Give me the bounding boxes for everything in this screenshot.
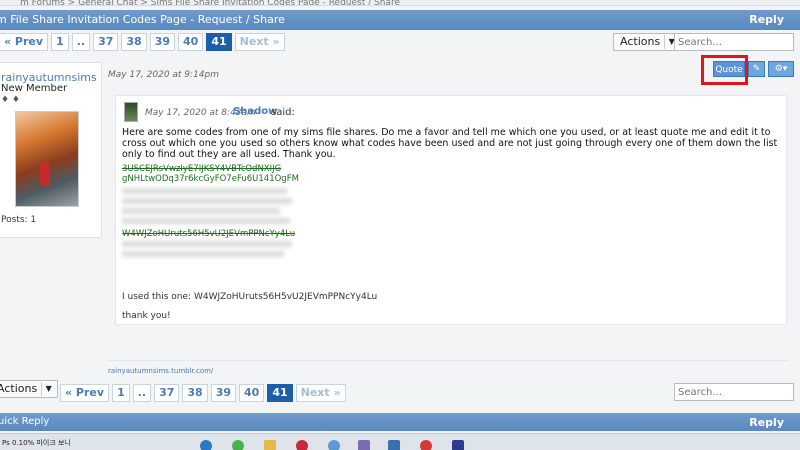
app-icon[interactable] — [296, 440, 308, 450]
search-box-bottom: 🔍 — [674, 383, 800, 401]
actions-dropdown-bottom[interactable]: Actions ▼ — [0, 380, 59, 398]
page-link-38[interactable]: 38 — [121, 33, 147, 51]
quoted-post: May 17, 2020 at 8:43am Shadow said: Here… — [115, 95, 787, 325]
chevron-down-icon: ▼ — [41, 382, 55, 396]
browser-icon[interactable] — [200, 440, 212, 450]
user-post-count: Posts: 1 — [1, 215, 37, 225]
quote-text: Here are some codes from one of my sims … — [122, 127, 778, 160]
quick-reply-bar: uick Reply Reply — [0, 413, 800, 431]
like-button[interactable]: ✎ — [748, 61, 765, 77]
reply-button-bottom[interactable]: Reply — [743, 415, 790, 431]
app-icon[interactable] — [388, 440, 400, 450]
folder-icon[interactable] — [264, 440, 276, 450]
page-link-current[interactable]: 41 — [267, 384, 293, 402]
user-card: rainyautumnsims New Member ♦ ♦ Posts: 1 — [0, 62, 102, 238]
blurred-codes — [122, 188, 294, 232]
page-link-38[interactable]: 38 — [182, 384, 208, 402]
search-input-top[interactable] — [675, 34, 800, 50]
pagination-bottom: « Prev 1 .. 37 38 39 40 41 Next » — [60, 384, 346, 402]
app-icon[interactable] — [420, 440, 432, 450]
prev-page-link[interactable]: « Prev — [60, 384, 110, 402]
pagination-top: « Prev 1 .. 37 38 39 40 41 Next » — [0, 33, 285, 51]
signature-link[interactable]: rainyautumnsims.tumblr.com/ — [108, 367, 213, 375]
page-link-37[interactable]: 37 — [154, 384, 180, 402]
quote-author-avatar[interactable] — [124, 102, 138, 122]
thread-title: m File Share Invitation Codes Page - Req… — [0, 13, 285, 26]
page-ellipsis[interactable]: .. — [132, 384, 152, 402]
chrome-icon[interactable] — [232, 440, 244, 450]
page-ellipsis[interactable]: .. — [71, 33, 91, 51]
reply-button-top[interactable]: Reply — [743, 12, 790, 28]
reply-text: I used this one: W4WJZoHUruts56H5vU2JEVm… — [122, 292, 378, 302]
blurred-codes-lower — [122, 241, 294, 265]
next-page-link[interactable]: Next » — [234, 33, 285, 51]
breadcrumb: m Forums > General Chat > Sims File Shar… — [0, 0, 800, 6]
search-box-top: 🔍 — [674, 33, 800, 51]
gear-icon: ⚙▾ — [774, 64, 788, 74]
prev-page-link[interactable]: « Prev — [0, 33, 49, 51]
code-line-1: 3USCEJRsVwzIyE7IJKSY4VBTcOdNXIJG — [122, 164, 282, 174]
code-line-2: gNHLtwODq37r6kcGyFO7eFu6U141OgFM — [122, 174, 299, 184]
taskbar-label: Ps 0.10% 마이크 보니 — [2, 439, 71, 447]
app-icon[interactable] — [328, 440, 340, 450]
next-page-link[interactable]: Next » — [295, 384, 346, 402]
quote-said: said: — [271, 107, 295, 118]
page-link-39[interactable]: 39 — [210, 384, 237, 402]
post-options-button[interactable]: ⚙▾ — [768, 61, 794, 77]
code-line-3: W4WJZoHUruts56H5vU2JEVmPPNcYy4Lu — [122, 229, 296, 239]
page-link-39[interactable]: 39 — [149, 33, 176, 51]
page-link-40[interactable]: 40 — [178, 33, 204, 51]
search-input-bottom[interactable] — [675, 384, 800, 400]
page-link-1[interactable]: 1 — [112, 384, 130, 402]
user-role: New Member — [1, 83, 68, 94]
quick-reply-title: uick Reply — [0, 416, 50, 427]
taskbar: Ps 0.10% 마이크 보니 — [0, 433, 800, 450]
user-badge-icons: ♦ ♦ — [1, 95, 20, 105]
tag-icon: ✎ — [752, 64, 761, 74]
actions-label: Actions — [0, 382, 38, 395]
avatar-figure — [40, 162, 50, 186]
highlight-annotation — [701, 55, 748, 85]
page-link-40[interactable]: 40 — [239, 384, 265, 402]
actions-label: Actions — [620, 35, 661, 48]
app-icon[interactable] — [452, 440, 464, 450]
avatar[interactable] — [15, 111, 79, 207]
page-link-1[interactable]: 1 — [51, 33, 69, 51]
thread-title-bar: m File Share Invitation Codes Page - Req… — [0, 10, 800, 30]
page-link-current[interactable]: 41 — [206, 33, 232, 51]
signature-divider — [108, 360, 788, 361]
page-link-37[interactable]: 37 — [93, 33, 119, 51]
actions-dropdown-top[interactable]: Actions ▼ — [613, 33, 682, 51]
app-icon[interactable] — [358, 440, 370, 450]
thanks-text: thank you! — [122, 311, 171, 321]
post-date: May 17, 2020 at 9:14pm — [108, 70, 220, 80]
